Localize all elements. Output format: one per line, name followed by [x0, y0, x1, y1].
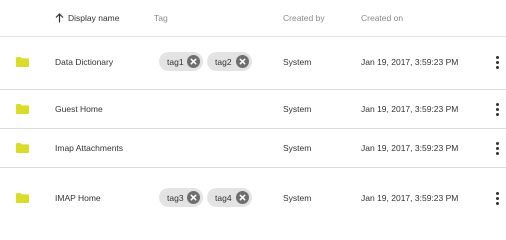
column-header-created-by[interactable]: Created by: [283, 13, 325, 23]
row-created-by: System: [283, 104, 312, 114]
column-header-display-name[interactable]: Display name: [55, 13, 120, 23]
row-display-name: Guest Home: [55, 104, 103, 114]
row-created-on: Jan 19, 2017, 3:59:23 PM: [361, 143, 459, 153]
tag-chip: tag1: [159, 52, 203, 71]
tag-chip-label: tag2: [215, 56, 232, 67]
table-row[interactable]: Imap Attachments System Jan 19, 2017, 3:…: [0, 129, 506, 168]
row-created-on: Jan 19, 2017, 3:59:23 PM: [361, 57, 459, 67]
table-row[interactable]: IMAP Home tag3 tag4 System Jan 19, 2017,…: [0, 168, 506, 218]
column-header-label: Display name: [68, 13, 120, 23]
more-vertical-icon[interactable]: [494, 142, 500, 156]
row-created-on: Jan 19, 2017, 3:59:23 PM: [361, 193, 459, 203]
folder-icon: [16, 143, 29, 153]
column-header-created-on[interactable]: Created on: [361, 13, 403, 23]
row-display-name: Data Dictionary: [55, 57, 114, 67]
tag-chip-label: tag3: [167, 192, 184, 203]
more-vertical-icon[interactable]: [494, 192, 500, 206]
row-created-on: Jan 19, 2017, 3:59:23 PM: [361, 104, 459, 114]
folder-icon: [16, 104, 29, 114]
tag-chip-label: tag1: [167, 56, 184, 67]
tag-chip-label: tag4: [215, 192, 232, 203]
column-header-tag[interactable]: Tag: [154, 13, 168, 23]
close-circle-icon[interactable]: [187, 191, 200, 204]
table-row[interactable]: Data Dictionary tag1 tag2 System Jan 19,…: [0, 37, 506, 90]
row-display-name: Imap Attachments: [55, 143, 124, 153]
table-row[interactable]: Guest Home System Jan 19, 2017, 3:59:23 …: [0, 90, 506, 129]
more-vertical-icon[interactable]: [494, 103, 500, 117]
row-display-name: IMAP Home: [55, 193, 101, 203]
arrow-up-icon: [55, 13, 64, 23]
table-header: Display name Tag Created by Created on: [0, 0, 506, 37]
close-circle-icon[interactable]: [187, 55, 200, 68]
row-created-by: System: [283, 57, 312, 67]
tag-chip: tag4: [207, 188, 252, 207]
tag-chip: tag3: [159, 188, 203, 207]
close-circle-icon[interactable]: [236, 55, 249, 68]
close-circle-icon[interactable]: [236, 191, 249, 204]
tag-chip: tag2: [207, 52, 252, 71]
more-vertical-icon[interactable]: [494, 56, 500, 70]
folder-icon: [16, 193, 29, 203]
folder-icon: [16, 57, 29, 67]
folders-table: Display name Tag Created by Created on D…: [0, 0, 506, 218]
row-created-by: System: [283, 143, 312, 153]
row-created-by: System: [283, 193, 312, 203]
